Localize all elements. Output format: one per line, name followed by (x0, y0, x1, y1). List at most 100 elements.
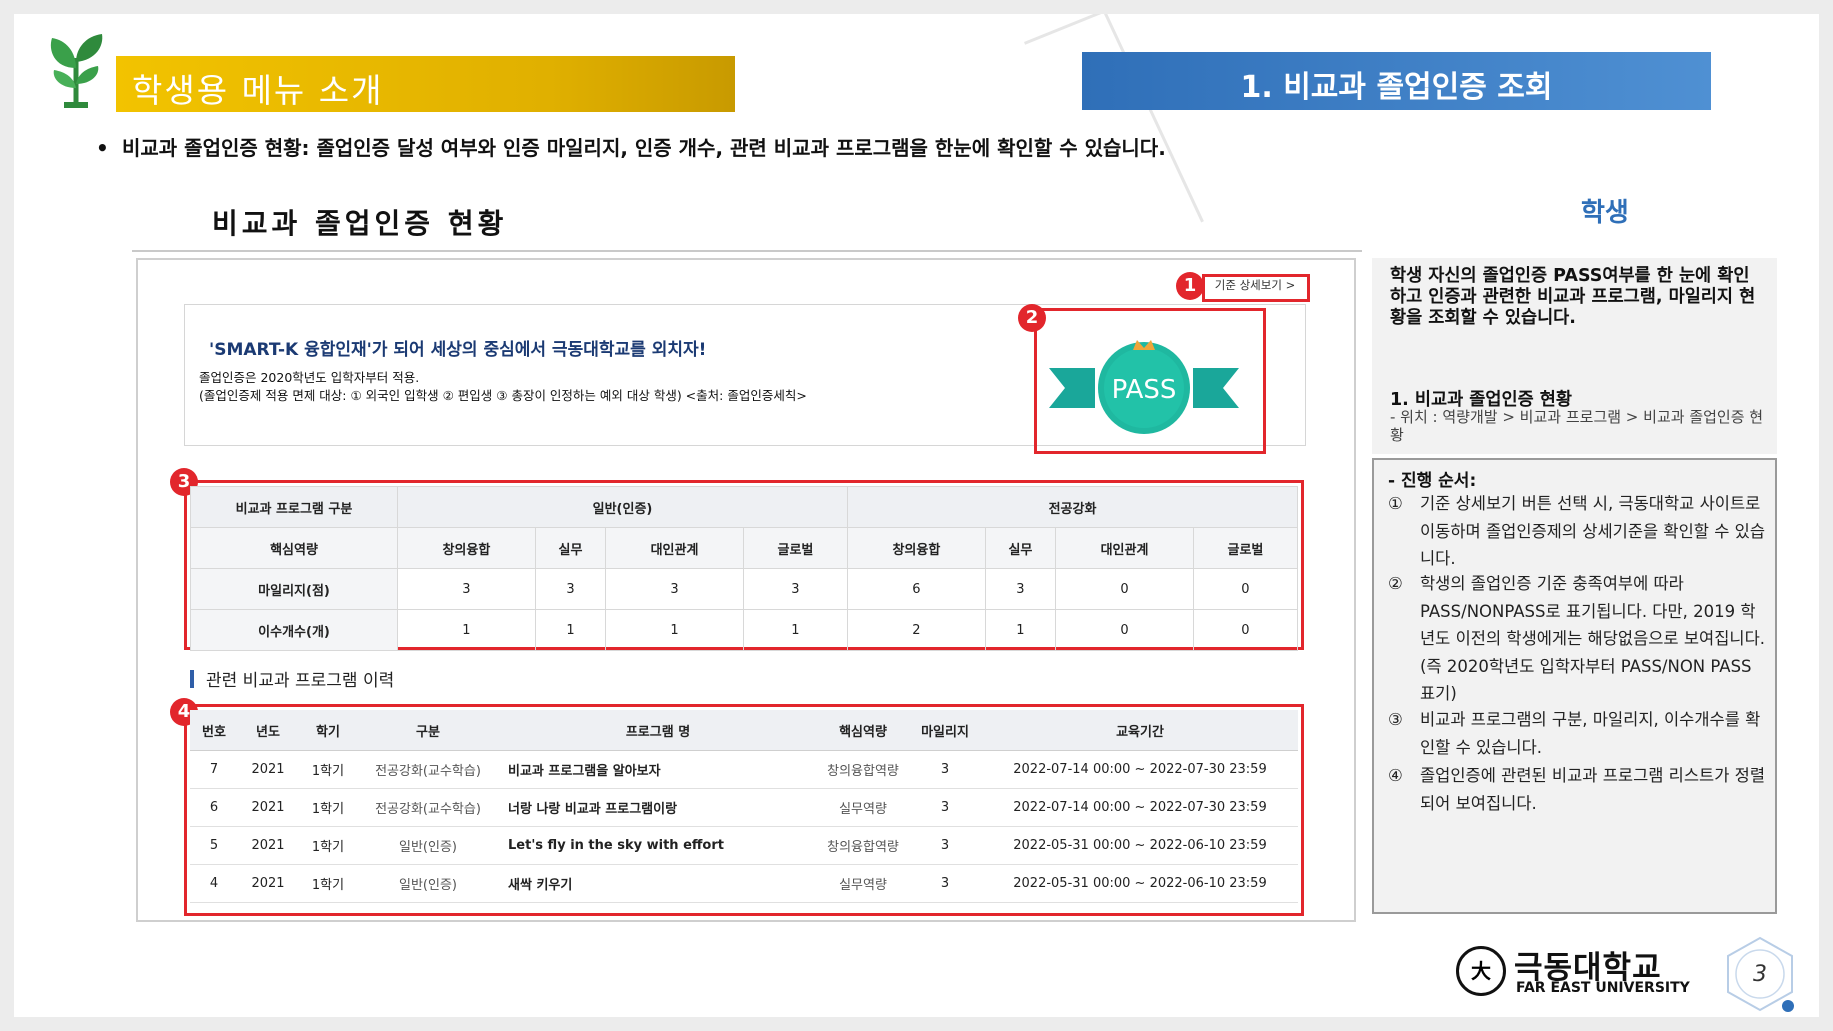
competency-cell: 글로벌 (1192, 527, 1299, 569)
value-cell: 0 (1192, 568, 1299, 610)
cell-term: 1학기 (298, 788, 358, 827)
slide: 학생용 메뉴 소개 1. 비교과 졸업인증 조회 • 비교과 졸업인증 현황: 졸… (14, 14, 1819, 1017)
cell-term: 1학기 (298, 864, 358, 903)
cell-mileage: 3 (908, 750, 982, 789)
title-divider (132, 250, 1362, 252)
page-number-badge: 3 (1720, 934, 1800, 1014)
value-cell: 6 (846, 568, 986, 610)
step-marker: ④ (1388, 766, 1403, 785)
summary-table: 비교과 프로그램 구분 일반(인증) 전공강화 핵심역량 창의융합 실무 대인관… (190, 486, 1299, 651)
value-cell: 3 (534, 568, 607, 610)
competency-cell: 글로벌 (742, 527, 848, 569)
steps-panel: - 진행 순서: ① 기준 상세보기 버튼 선택 시, 극동대학교 사이트로 이… (1372, 458, 1777, 914)
cell-mileage: 3 (908, 788, 982, 827)
step-item: ③ 비교과 프로그램의 구분, 마일리지, 이수개수를 확인할 수 있습니다. (1388, 706, 1768, 761)
pass-emblem: PASS (1049, 340, 1239, 434)
history-table: 번호 년도 학기 구분 프로그램 명 핵심역량 마일리지 교육기간 7 2021… (190, 710, 1298, 903)
section-header-left: 학생용 메뉴 소개 (116, 56, 735, 112)
column-header: 핵심역량 (818, 710, 908, 751)
student-tag: 학생 (1581, 198, 1629, 228)
cell-year: 2021 (238, 826, 298, 865)
table-row[interactable]: 4 2021 1학기 일반(인증) 새싹 키우기 실무역량 3 2022-05-… (190, 864, 1298, 903)
value-cell: 2 (846, 609, 986, 651)
column-header: 번호 (190, 710, 238, 751)
competency-header: 핵심역량 (190, 527, 398, 569)
cell-competency: 실무역량 (818, 788, 908, 827)
cell-year: 2021 (238, 864, 298, 903)
value-cell: 1 (605, 609, 744, 651)
bullet: • (96, 136, 109, 160)
value-cell: 3 (397, 568, 536, 610)
menu-location: - 위치 : 역량개발 > 비교과 프로그램 > 비교과 졸업인증 현황 (1390, 408, 1764, 444)
section-header-right: 1. 비교과 졸업인증 조회 (1082, 52, 1711, 110)
column-header: 구분 (358, 710, 498, 751)
cell-no: 7 (190, 750, 238, 789)
value-cell: 1 (984, 609, 1057, 651)
banner-line-2: (졸업인증제 적용 면제 대상: ① 외국인 입학생 ② 편입생 ③ 총장이 인… (199, 388, 807, 403)
value-cell: 0 (1192, 609, 1299, 651)
screen-title: 비교과 졸업인증 현황 (212, 207, 508, 240)
cell-period: 2022-07-14 00:00 ~ 2022-07-30 23:59 (982, 788, 1298, 827)
group-header: 비교과 프로그램 구분 (190, 486, 398, 528)
sprout-icon (50, 34, 103, 108)
value-cell: 1 (397, 609, 536, 651)
badge-1: 1 (1176, 272, 1204, 300)
intro-sentence: 비교과 졸업인증 현황: 졸업인증 달성 여부와 인증 마일리지, 인증 개수,… (122, 136, 1166, 160)
step-marker: ③ (1388, 710, 1403, 729)
cell-category: 전공강화(교수학습) (358, 788, 498, 827)
description-panel: 학생 자신의 졸업인증 PASS여부를 한 눈에 확인하고 인증과 관련한 비교… (1372, 258, 1777, 454)
row-label: 이수개수(개) (190, 609, 398, 651)
mileage-row: 마일리지(점) 3 3 3 3 6 3 0 0 (190, 568, 1299, 610)
column-header: 프로그램 명 (498, 710, 818, 751)
cell-category: 전공강화(교수학습) (358, 750, 498, 789)
university-logo: 大 극동대학교 FAR EAST UNIVERSITY (1456, 942, 1696, 1002)
competency-cell: 창의융합 (397, 527, 536, 569)
step-marker: ① (1388, 494, 1403, 513)
column-header: 학기 (298, 710, 358, 751)
cell-year: 2021 (238, 750, 298, 789)
cell-period: 2022-05-31 00:00 ~ 2022-06-10 23:59 (982, 826, 1298, 865)
cell-program: 너랑 나랑 비교과 프로그램이랑 (498, 788, 818, 827)
history-title: 관련 비교과 프로그램 이력 (206, 671, 395, 691)
value-cell: 0 (1055, 568, 1194, 610)
competency-cell: 창의융합 (846, 527, 986, 569)
cell-category: 일반(인증) (358, 826, 498, 865)
cell-no: 4 (190, 864, 238, 903)
pass-label: PASS (1112, 375, 1177, 405)
banner-line-1: 졸업인증은 2020학년도 입학자부터 적용. (199, 370, 420, 385)
value-cell: 1 (534, 609, 607, 651)
step-marker: ② (1388, 574, 1403, 593)
cell-period: 2022-05-31 00:00 ~ 2022-06-10 23:59 (982, 864, 1298, 903)
value-cell: 0 (1055, 609, 1194, 651)
cell-period: 2022-07-14 00:00 ~ 2022-07-30 23:59 (982, 750, 1298, 789)
step-text: 기준 상세보기 버튼 선택 시, 극동대학교 사이트로 이동하며 졸업인증제의 … (1420, 494, 1766, 568)
major-header: 전공강화 (846, 486, 1299, 528)
cell-program: 비교과 프로그램을 알아보자 (498, 750, 818, 789)
detail-link[interactable]: 기준 상세보기 > (1204, 274, 1306, 296)
decor-line (1024, 14, 1230, 45)
cell-mileage: 3 (908, 864, 982, 903)
competency-cell: 대인관계 (1055, 527, 1194, 569)
cell-program: Let's fly in the sky with effort (498, 826, 818, 865)
steps-header: - 진행 순서: (1388, 471, 1477, 491)
cell-competency: 창의융합역량 (818, 750, 908, 789)
competency-cell: 실무 (984, 527, 1057, 569)
cell-competency: 실무역량 (818, 864, 908, 903)
cell-category: 일반(인증) (358, 864, 498, 903)
cell-competency: 창의융합역량 (818, 826, 908, 865)
section-title: 학생용 메뉴 소개 (132, 71, 384, 110)
competency-cell: 실무 (534, 527, 607, 569)
value-cell: 3 (605, 568, 744, 610)
history-header-row: 번호 년도 학기 구분 프로그램 명 핵심역량 마일리지 교육기간 (190, 710, 1298, 751)
university-name-english: FAR EAST UNIVERSITY (1516, 980, 1690, 996)
competency-cell: 대인관계 (605, 527, 744, 569)
table-row[interactable]: 6 2021 1학기 전공강화(교수학습) 너랑 나랑 비교과 프로그램이랑 실… (190, 788, 1298, 827)
count-row: 이수개수(개) 1 1 1 1 2 1 0 0 (190, 609, 1299, 651)
description-text: 학생 자신의 졸업인증 PASS여부를 한 눈에 확인하고 인증과 관련한 비교… (1390, 266, 1756, 328)
intro-text: • 비교과 졸업인증 현황: 졸업인증 달성 여부와 인증 마일리지, 인증 개수… (96, 132, 1166, 161)
column-header: 년도 (238, 710, 298, 751)
table-row[interactable]: 7 2021 1학기 전공강화(교수학습) 비교과 프로그램을 알아보자 창의융… (190, 750, 1298, 789)
cell-no: 5 (190, 826, 238, 865)
table-row[interactable]: 5 2021 1학기 일반(인증) Let's fly in the sky w… (190, 826, 1298, 865)
university-seal: 大 (1456, 946, 1506, 996)
